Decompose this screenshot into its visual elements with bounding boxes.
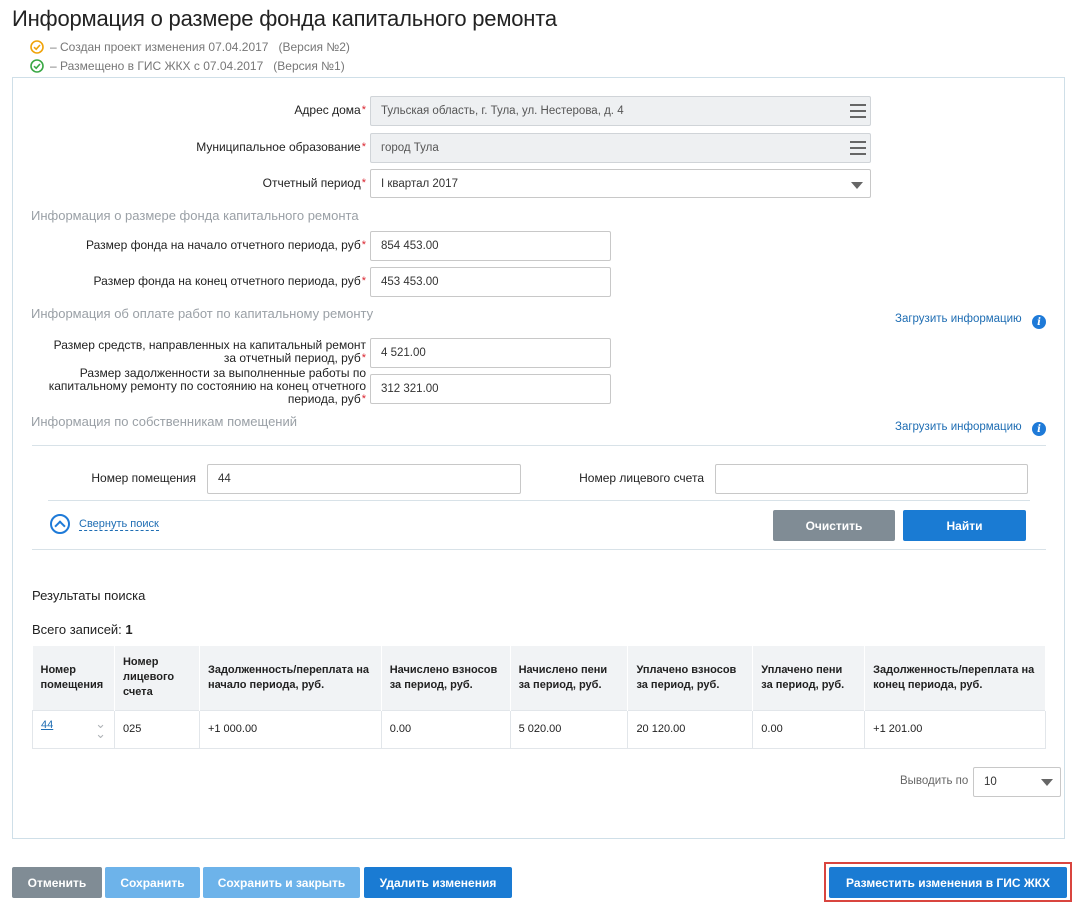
clear-button[interactable]: Очистить (773, 510, 895, 541)
cancel-button[interactable]: Отменить (12, 867, 102, 898)
column-header[interactable]: Уплачено пени за период, руб. (752, 646, 866, 710)
save-close-button[interactable]: Сохранить и закрыть (203, 867, 360, 898)
fund-end-input[interactable]: 453 453.00 (370, 267, 611, 297)
room-label: Номер помещения (91, 471, 196, 485)
table-header-row: Номер помещения Номер лицевого счета Зад… (32, 646, 1046, 710)
chevron-down-icon (1041, 779, 1053, 786)
column-header[interactable]: Уплачено взносов за период, руб. (627, 646, 754, 710)
results-table: Номер помещения Номер лицевого счета Зад… (32, 646, 1046, 749)
account-label: Номер лицевого счета (579, 471, 704, 485)
info-icon[interactable]: i (1032, 315, 1046, 329)
room-cell: 44 ⌄ ⌄ (32, 709, 115, 749)
address-value: Тульская область, г. Тула, ул. Нестерова… (381, 105, 624, 117)
room-value: 44 (218, 473, 231, 485)
column-header[interactable]: Начислено взносов за период, руб. (381, 646, 511, 710)
delete-changes-button[interactable]: Удалить изменения (364, 867, 512, 898)
column-header[interactable]: Задолженность/переплата на конец периода… (864, 646, 1046, 710)
fund-section-title: Информация о размере фонда капитального … (31, 208, 359, 223)
debt-value: 312 321.00 (381, 383, 439, 395)
expand-row-icon[interactable]: ⌄ ⌄ (95, 717, 106, 740)
owners-upload-link[interactable]: Загрузить информацию (895, 421, 1022, 433)
period-label: Отчетный период* (262, 176, 366, 190)
status-draft: – Создан проект изменения 07.04.2017 (Ве… (30, 40, 350, 54)
period-value: I квартал 2017 (381, 177, 458, 190)
divider (48, 500, 1030, 501)
fund-end-value: 453 453.00 (381, 276, 439, 288)
owners-section-title: Информация по собственникам помещений (31, 414, 297, 429)
save-button[interactable]: Сохранить (105, 867, 200, 898)
pending-check-icon (30, 40, 44, 54)
municipality-label: Муниципальное образование* (196, 140, 366, 154)
collapse-search-toggle[interactable]: Свернуть поиск (50, 514, 159, 534)
fund-end-label: Размер фонда на конец отчетного периода,… (93, 274, 366, 288)
accrued-cell: 0.00 (380, 709, 511, 749)
column-header[interactable]: Задолженность/переплата на начало период… (199, 646, 382, 710)
status-draft-text: – Создан проект изменения 07.04.2017 (50, 40, 269, 54)
published-check-icon (30, 59, 44, 73)
municipality-value: город Тула (381, 142, 439, 154)
fund-start-value: 854 453.00 (381, 240, 439, 252)
page-title: Информация о размере фонда капитального … (12, 6, 557, 31)
address-label: Адрес дома* (294, 103, 366, 117)
total-label: Всего записей: (32, 622, 122, 637)
publish-changes-button[interactable]: Разместить изменения в ГИС ЖКХ (829, 867, 1067, 898)
collapse-search-label: Свернуть поиск (79, 517, 159, 531)
column-header[interactable]: Начислено пени за период, руб. (510, 646, 629, 710)
debt-input[interactable]: 312 321.00 (370, 374, 611, 404)
payment-section-title: Информация об оплате работ по капитально… (31, 306, 374, 321)
penalty-cell: 5 020.00 (509, 709, 629, 749)
chevron-down-icon (851, 182, 863, 189)
info-icon[interactable]: i (1032, 422, 1046, 436)
debt-start-cell: +1 000.00 (198, 709, 382, 749)
page-size-select[interactable]: 10 (973, 767, 1061, 797)
debt-label: Размер задолженности за выполненные рабо… (48, 366, 366, 406)
debt-end-cell: +1 201.00 (864, 709, 1046, 749)
address-field[interactable]: Тульская область, г. Тула, ул. Нестерова… (370, 96, 871, 126)
status-draft-version: (Версия №2) (278, 40, 350, 54)
spent-input[interactable]: 4 521.00 (370, 338, 611, 368)
divider (32, 549, 1046, 550)
results-total: Всего записей: 1 (32, 622, 133, 637)
results-title: Результаты поиска (32, 588, 146, 603)
room-link[interactable]: 44 (41, 719, 53, 731)
page-size-value: 10 (984, 776, 997, 788)
account-input[interactable] (715, 464, 1028, 494)
paid-cell: 20 120.00 (627, 709, 754, 749)
list-menu-icon[interactable] (850, 104, 866, 118)
table-row: 44 ⌄ ⌄ 025 +1 000.00 0.00 5 020.00 20 120… (32, 709, 1046, 749)
find-button[interactable]: Найти (903, 510, 1026, 541)
spent-value: 4 521.00 (381, 347, 426, 359)
column-header[interactable]: Номер помещения (32, 646, 115, 710)
payment-upload-link[interactable]: Загрузить информацию (895, 313, 1022, 325)
account-cell: 025 (113, 709, 200, 749)
page-size-label: Выводить по (900, 775, 969, 787)
list-menu-icon[interactable] (850, 141, 866, 155)
status-published-text: – Размещено в ГИС ЖКХ с 07.04.2017 (50, 59, 264, 73)
municipality-field[interactable]: город Тула (370, 133, 871, 163)
spent-label: Размер средств, направленных на капиталь… (53, 338, 366, 365)
room-input[interactable]: 44 (207, 464, 521, 494)
chevron-up-icon (50, 514, 70, 534)
divider (32, 445, 1046, 446)
status-published: – Размещено в ГИС ЖКХ с 07.04.2017 (Верс… (30, 59, 345, 73)
period-select[interactable]: I квартал 2017 (370, 169, 871, 198)
total-value: 1 (125, 622, 133, 637)
column-header[interactable]: Номер лицевого счета (114, 646, 200, 710)
paid-penalty-cell: 0.00 (752, 709, 866, 749)
status-published-version: (Версия №1) (273, 59, 345, 73)
fund-start-label: Размер фонда на начало отчетного периода… (86, 238, 366, 252)
fund-start-input[interactable]: 854 453.00 (370, 231, 611, 261)
